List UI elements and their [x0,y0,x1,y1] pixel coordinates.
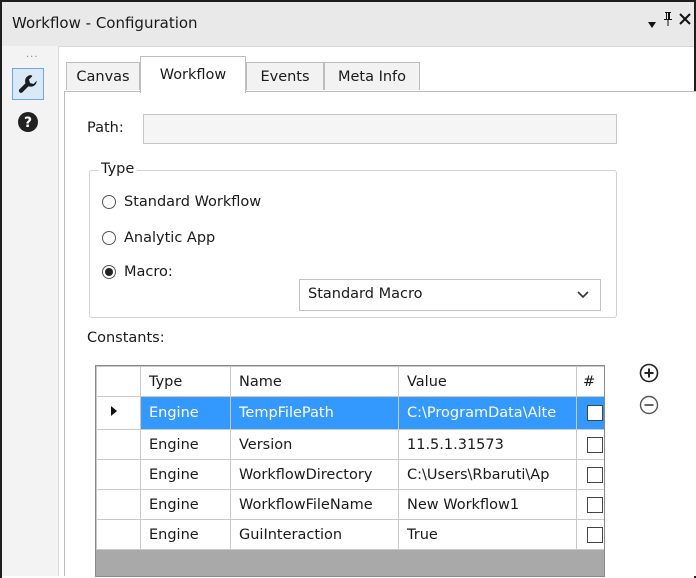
cell-value[interactable]: C:\ProgramData\Alte [398,396,577,430]
radio-standard-workflow[interactable]: Standard Workflow [102,194,261,210]
chevron-down-icon [576,287,590,305]
help-icon[interactable]: ? [12,106,44,138]
workflow-tab-body: Path: Type Standard Workflow Analytic Ap… [64,91,696,577]
table-row[interactable]: Engine TempFilePath C:\ProgramData\Alte [96,396,604,430]
row-selector[interactable] [96,429,141,460]
radio-label-macro: Macro: [124,264,173,280]
column-header-value[interactable]: Value [398,366,577,397]
left-toolbar: ··· ? [2,46,59,576]
checkbox[interactable] [586,405,603,421]
radio-label-analytic-app: Analytic App [124,230,216,246]
cell-checkbox[interactable] [576,429,604,460]
table-row[interactable]: Engine Version 11.5.1.31573 [96,429,604,460]
radio-circle[interactable] [102,195,116,209]
tab-strip: Canvas Workflow Events Meta Info [64,56,696,93]
cell-checkbox[interactable] [576,519,604,550]
minus-circle-icon [639,395,659,415]
row-selector[interactable] [96,489,141,520]
wrench-icon[interactable] [12,68,44,100]
cell-checkbox[interactable] [576,459,604,490]
remove-constant-button[interactable] [638,394,660,416]
cell-value[interactable]: True [398,519,577,550]
row-selector[interactable] [96,519,141,550]
macro-type-value: Standard Macro [308,286,423,302]
type-group-title: Type [98,161,138,177]
column-header-name[interactable]: Name [230,366,399,397]
configuration-panel: Canvas Workflow Events Meta Info Path: T… [64,56,696,577]
constants-grid: Type Name Value # Engine TempFilePath C:… [95,365,605,577]
radio-analytic-app[interactable]: Analytic App [102,230,215,246]
constants-label: Constants: [87,330,165,346]
cell-value[interactable]: New Workflow1 [398,489,577,520]
cell-name[interactable]: WorkflowFileName [230,489,399,520]
svg-text:?: ? [24,115,32,131]
row-header-corner [96,366,141,397]
tab-canvas[interactable]: Canvas [66,62,140,90]
cell-checkbox[interactable] [576,489,604,520]
dropdown-arrow-icon[interactable] [647,15,657,33]
checkbox[interactable] [586,436,603,453]
cell-checkbox[interactable] [576,396,604,430]
table-row[interactable]: Engine WorkflowFileName New Workflow1 [96,489,604,520]
checkbox[interactable] [586,466,603,483]
add-constant-button[interactable] [638,362,660,384]
grip-icon: ··· [26,52,39,63]
cell-type[interactable]: Engine [140,459,231,490]
constants-table: Type Name Value # Engine TempFilePath C:… [96,366,604,550]
radio-label-standard-workflow: Standard Workflow [124,194,262,210]
window-title: Workflow - Configuration [12,14,198,32]
window-titlebar: Workflow - Configuration [2,2,694,47]
radio-macro[interactable]: Macro: [102,264,173,280]
radio-circle-selected[interactable] [102,265,116,279]
checkbox[interactable] [586,496,603,513]
tab-workflow[interactable]: Workflow [140,56,246,93]
column-header-type[interactable]: Type [140,366,231,397]
row-selector[interactable] [96,396,141,430]
path-input[interactable] [143,114,617,144]
cell-name[interactable]: Version [230,429,399,460]
row-selector[interactable] [96,459,141,490]
cell-type[interactable]: Engine [140,519,231,550]
checkbox[interactable] [586,526,603,543]
path-label: Path: [87,120,124,136]
macro-type-select[interactable]: Standard Macro [299,279,601,311]
cell-name[interactable]: TempFilePath [230,396,399,430]
table-row[interactable]: Engine GuiInteraction True [96,519,604,550]
table-row[interactable]: Engine WorkflowDirectory C:\Users\Rbarut… [96,459,604,490]
cell-type[interactable]: Engine [140,429,231,460]
cell-type[interactable]: Engine [140,489,231,520]
cell-name[interactable]: GuiInteraction [230,519,399,550]
pin-icon[interactable] [662,11,674,31]
plus-circle-icon [639,363,659,383]
column-header-hash[interactable]: # [576,366,604,397]
cell-value[interactable]: 11.5.1.31573 [398,429,577,460]
row-pointer-icon [111,406,117,416]
cell-type[interactable]: Engine [140,396,231,430]
cell-name[interactable]: WorkflowDirectory [230,459,399,490]
table-header-row: Type Name Value # [96,366,604,397]
tab-meta-info[interactable]: Meta Info [324,62,420,90]
radio-circle[interactable] [102,231,116,245]
tab-events[interactable]: Events [246,62,324,90]
close-icon[interactable] [678,12,692,30]
cell-value[interactable]: C:\Users\Rbaruti\Ap [398,459,577,490]
